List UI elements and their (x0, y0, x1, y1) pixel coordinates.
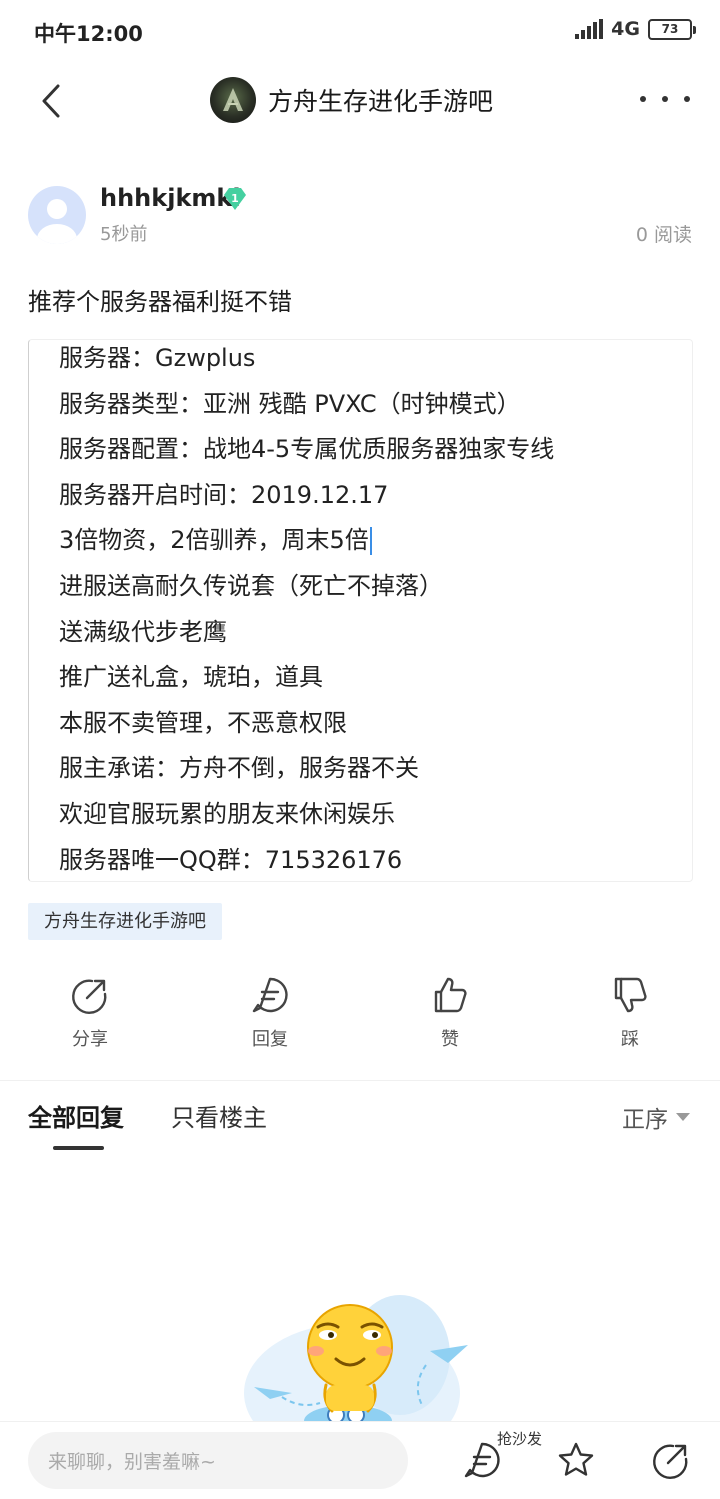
username[interactable]: hhhkjkmkl (100, 184, 241, 212)
tab-op-only[interactable]: 只看楼主 (171, 1098, 267, 1133)
text-cursor (369, 527, 372, 556)
signal-icon (575, 19, 604, 39)
share-label: 分享 (72, 1029, 108, 1050)
forum-header[interactable]: 方舟生存进化手游吧 (210, 76, 493, 124)
bottom-bar: 来聊聊，别害羞嘛~ 抢沙发 (0, 1421, 720, 1499)
post-content: 服务器：Gzwplus 服务器类型：亚洲 残酷 PVXC（时钟模式） 服务器配置… (28, 339, 693, 882)
content-line-text: 3倍物资，2倍驯养，周末5倍 (59, 526, 369, 555)
content-line: 服务器：Gzwplus (59, 344, 256, 372)
nav-bar: 方舟生存进化手游吧 (0, 62, 720, 138)
tab-all-replies[interactable]: 全部回复 (28, 1098, 124, 1133)
like-button[interactable]: 赞 (400, 975, 500, 1055)
reply-tabs: 全部回复 只看楼主 正序 (0, 1094, 720, 1154)
network-type: 4G (611, 18, 640, 40)
share-icon (72, 979, 107, 1014)
content-line: 服务器开启时间：2019.12.17 (59, 480, 389, 509)
dislike-label: 踩 (621, 1029, 639, 1050)
content-line: 服务器类型：亚洲 残酷 PVXC（时钟模式） (59, 389, 521, 418)
forum-logo (210, 77, 256, 123)
dropdown-arrow-icon (676, 1113, 690, 1121)
content-line: 服务器唯一QQ群：715326176 (59, 845, 403, 874)
content-line: 服主承诺：方舟不倒，服务器不关 (59, 754, 419, 783)
comment-icon[interactable] (462, 1440, 502, 1480)
star-icon[interactable] (556, 1440, 596, 1480)
content-line: 欢迎官服玩累的朋友来休闲娱乐 (59, 799, 395, 828)
comment-input[interactable]: 来聊聊，别害羞嘛~ (28, 1432, 408, 1489)
share-button[interactable]: 分享 (40, 975, 140, 1055)
sort-label: 正序 (622, 1107, 668, 1133)
back-button[interactable] (26, 76, 76, 126)
content-line-with-cursor: 3倍物资，2倍驯养，周末5倍 (59, 518, 692, 564)
status-time: 中午12:00 (34, 22, 143, 46)
share-icon[interactable] (651, 1440, 691, 1480)
read-count: 0 阅读 (635, 224, 692, 246)
tab-indicator (53, 1146, 104, 1150)
more-options-icon[interactable] (640, 84, 690, 114)
sofa-label: 抢沙发 (497, 1430, 543, 1448)
post-action-bar: 分享 回复 赞 踩 (0, 975, 720, 1055)
comment-placeholder: 来聊聊，别害羞嘛~ (48, 1451, 216, 1473)
post-title: 推荐个服务器福利挺不错 (28, 288, 292, 316)
empty-state-illustration (240, 1285, 480, 1421)
status-indicators: 4G 73 (575, 18, 696, 40)
avatar[interactable] (28, 186, 86, 244)
section-divider (0, 1080, 720, 1081)
forum-tag[interactable]: 方舟生存进化手游吧 (28, 903, 222, 940)
post-time: 5秒前 (100, 224, 148, 245)
thumbs-down-icon (614, 977, 647, 1013)
dislike-button[interactable]: 踩 (580, 975, 680, 1055)
thumbs-up-icon (434, 977, 467, 1013)
forum-title: 方舟生存进化手游吧 (268, 87, 494, 116)
content-line: 本服不卖管理，不恶意权限 (59, 708, 347, 737)
battery-icon: 73 (648, 18, 696, 40)
reply-button[interactable]: 回复 (220, 975, 320, 1055)
status-bar: 中午12:00 4G 73 (0, 0, 720, 62)
battery-level: 73 (661, 22, 679, 36)
like-label: 赞 (441, 1029, 459, 1050)
post-header: hhhkjkmkl 1 5秒前 0 阅读 (0, 180, 720, 250)
comment-icon (252, 977, 288, 1013)
chevron-left-icon (42, 84, 60, 118)
reply-label: 回复 (252, 1029, 288, 1050)
level-badge-icon: 1 (224, 188, 246, 210)
svg-text:1: 1 (231, 192, 239, 205)
content-line: 推广送礼盒，琥珀，道具 (59, 663, 323, 692)
content-line: 服务器配置：战地4-5专属优质服务器独家专线 (59, 435, 555, 464)
content-line: 送满级代步老鹰 (59, 617, 227, 646)
sort-toggle[interactable]: 正序 (622, 1100, 690, 1134)
content-line: 进服送高耐久传说套（死亡不掉落） (59, 571, 443, 600)
